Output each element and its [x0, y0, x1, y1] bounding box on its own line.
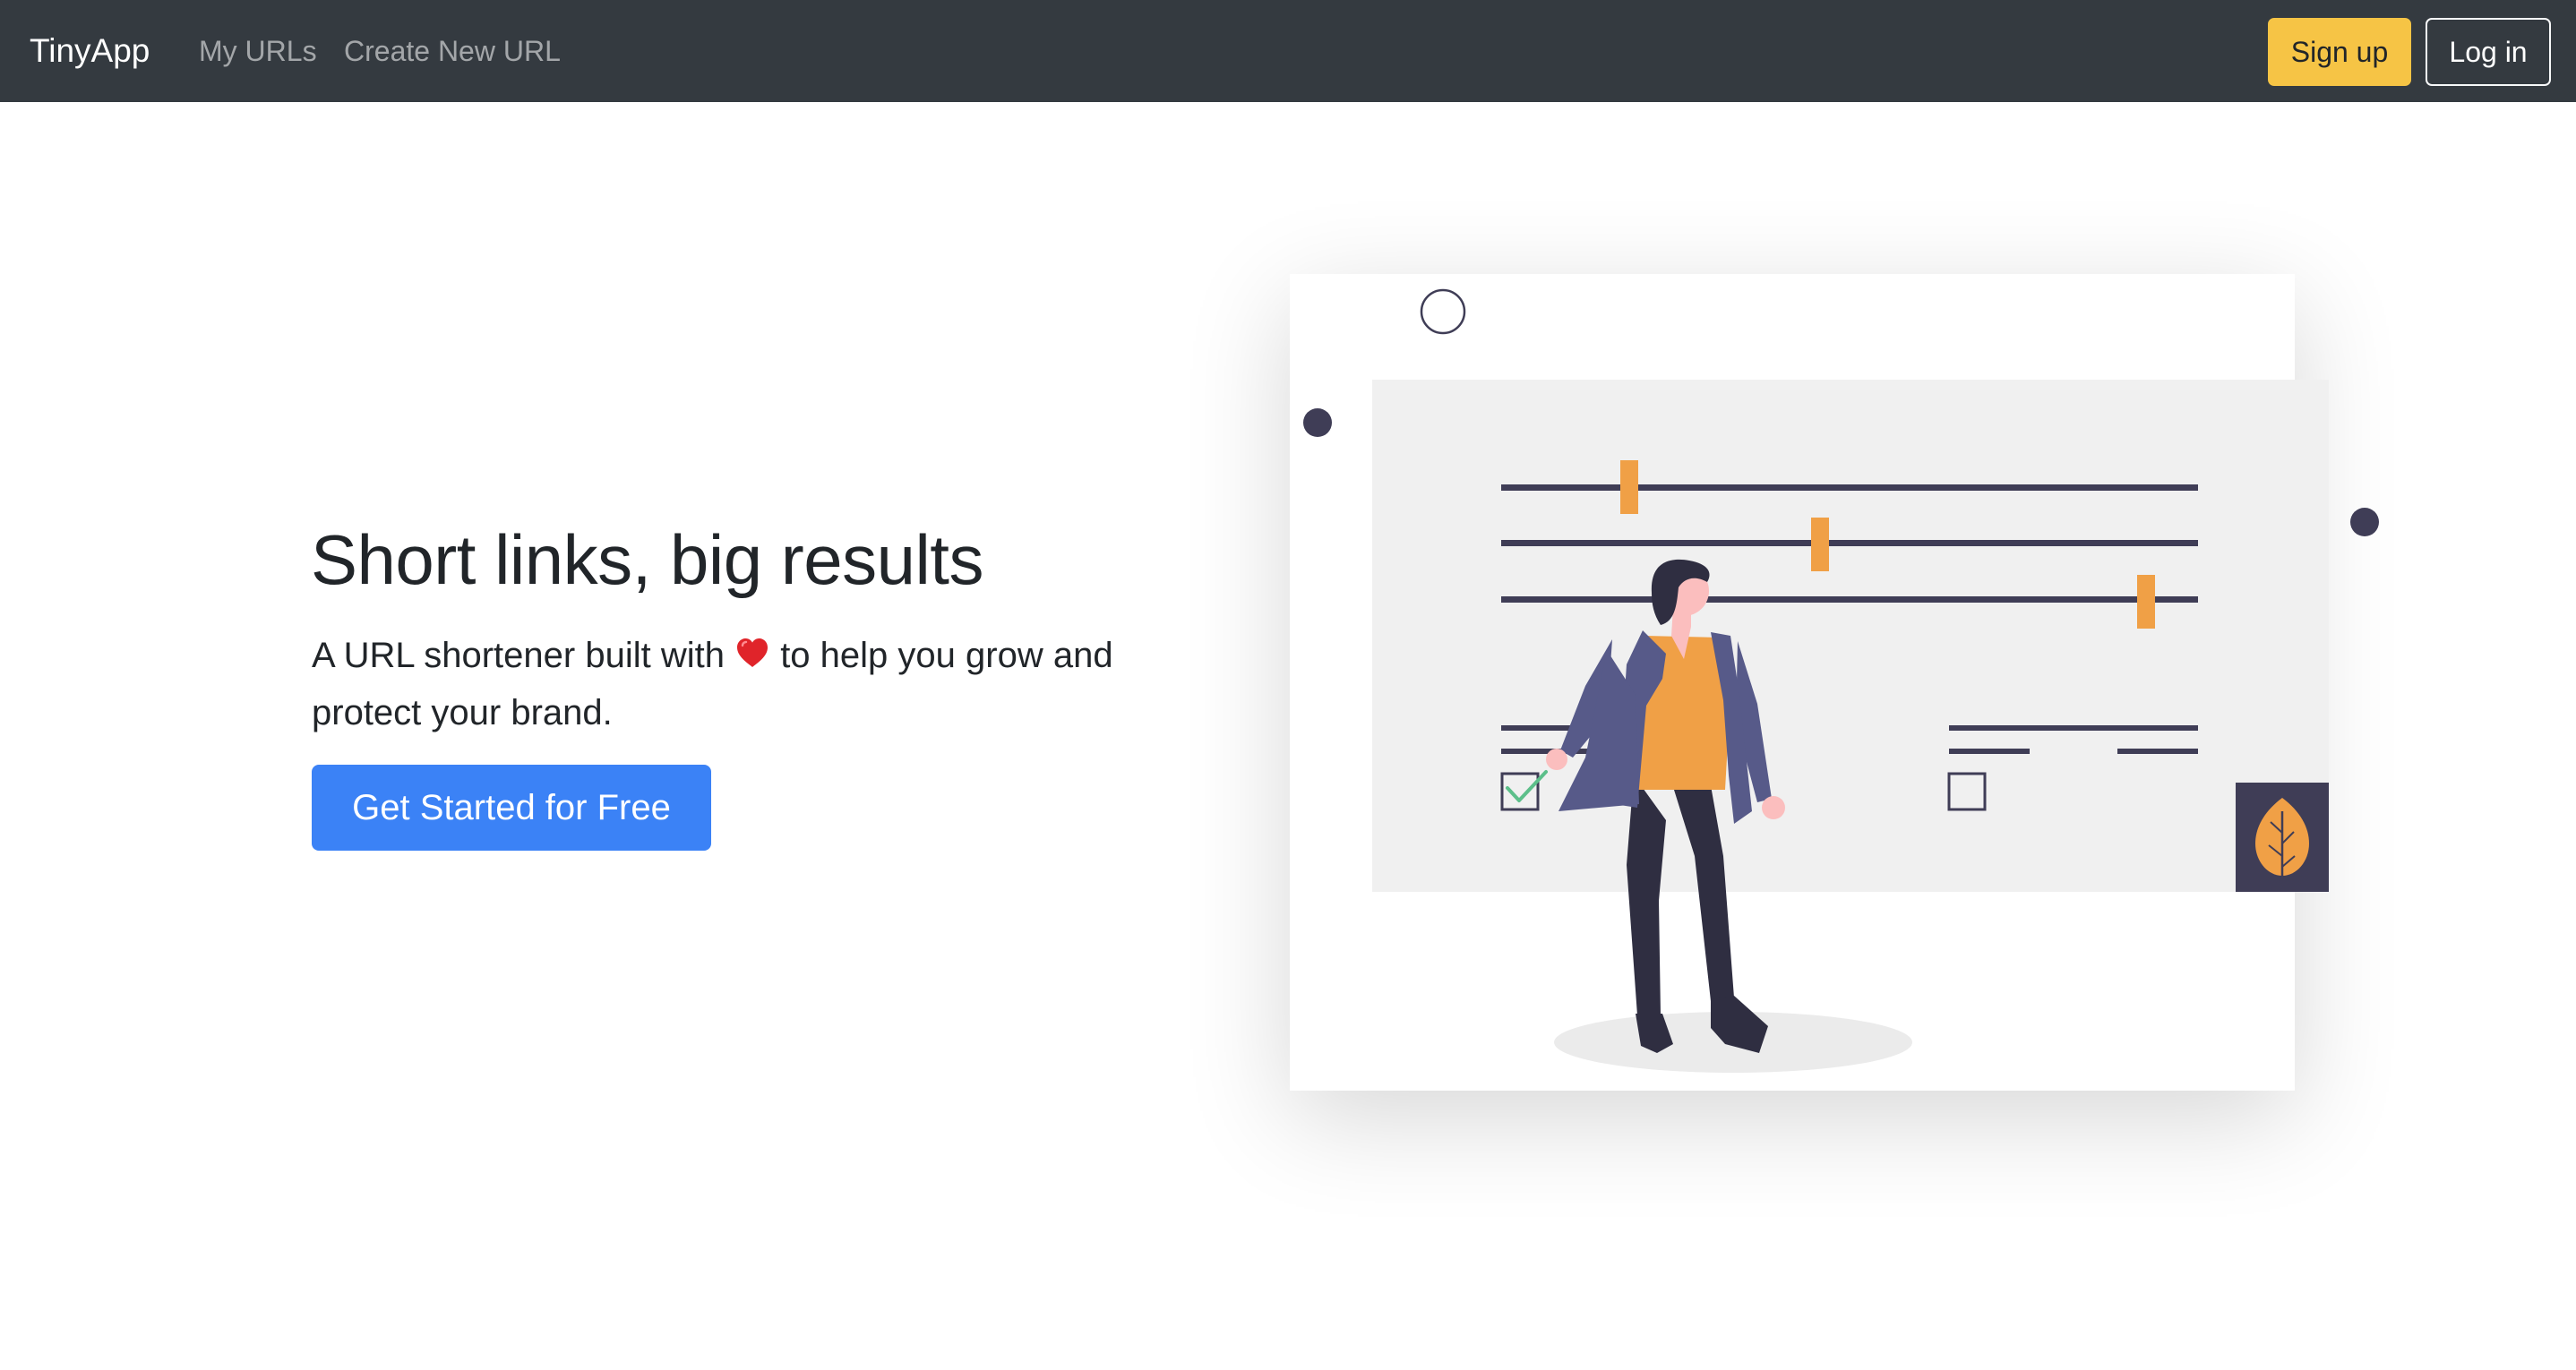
- get-started-button[interactable]: Get Started for Free: [312, 765, 711, 851]
- hero-lead-start: A URL shortener built with: [312, 636, 735, 675]
- page: TinyApp My URLs Create New URL Sign up L…: [0, 0, 2576, 1370]
- slider-handle: [1811, 518, 1829, 571]
- hero-title: Short links, big results: [311, 520, 983, 599]
- nav-link-create-url[interactable]: Create New URL: [344, 34, 561, 68]
- gray-panel: [1372, 380, 2329, 892]
- brand-logo[interactable]: TinyApp: [30, 32, 150, 70]
- slider-handle: [1620, 460, 1638, 514]
- dot-circle-icon: [1303, 408, 1332, 437]
- nav-link-my-urls[interactable]: My URLs: [199, 34, 317, 68]
- hero-illustration: [1303, 288, 2379, 1073]
- signup-button[interactable]: Sign up: [2268, 18, 2411, 86]
- outline-circle-icon: [1420, 288, 1466, 335]
- slider-handle: [2137, 575, 2155, 629]
- heart-icon: [734, 632, 770, 686]
- dot-circle-icon: [2350, 508, 2379, 536]
- leaf-icon: [2236, 783, 2329, 892]
- login-button[interactable]: Log in: [2426, 18, 2551, 86]
- navbar: TinyApp My URLs Create New URL Sign up L…: [0, 0, 2576, 102]
- hero-lead: A URL shortener built with to help you g…: [312, 629, 1225, 740]
